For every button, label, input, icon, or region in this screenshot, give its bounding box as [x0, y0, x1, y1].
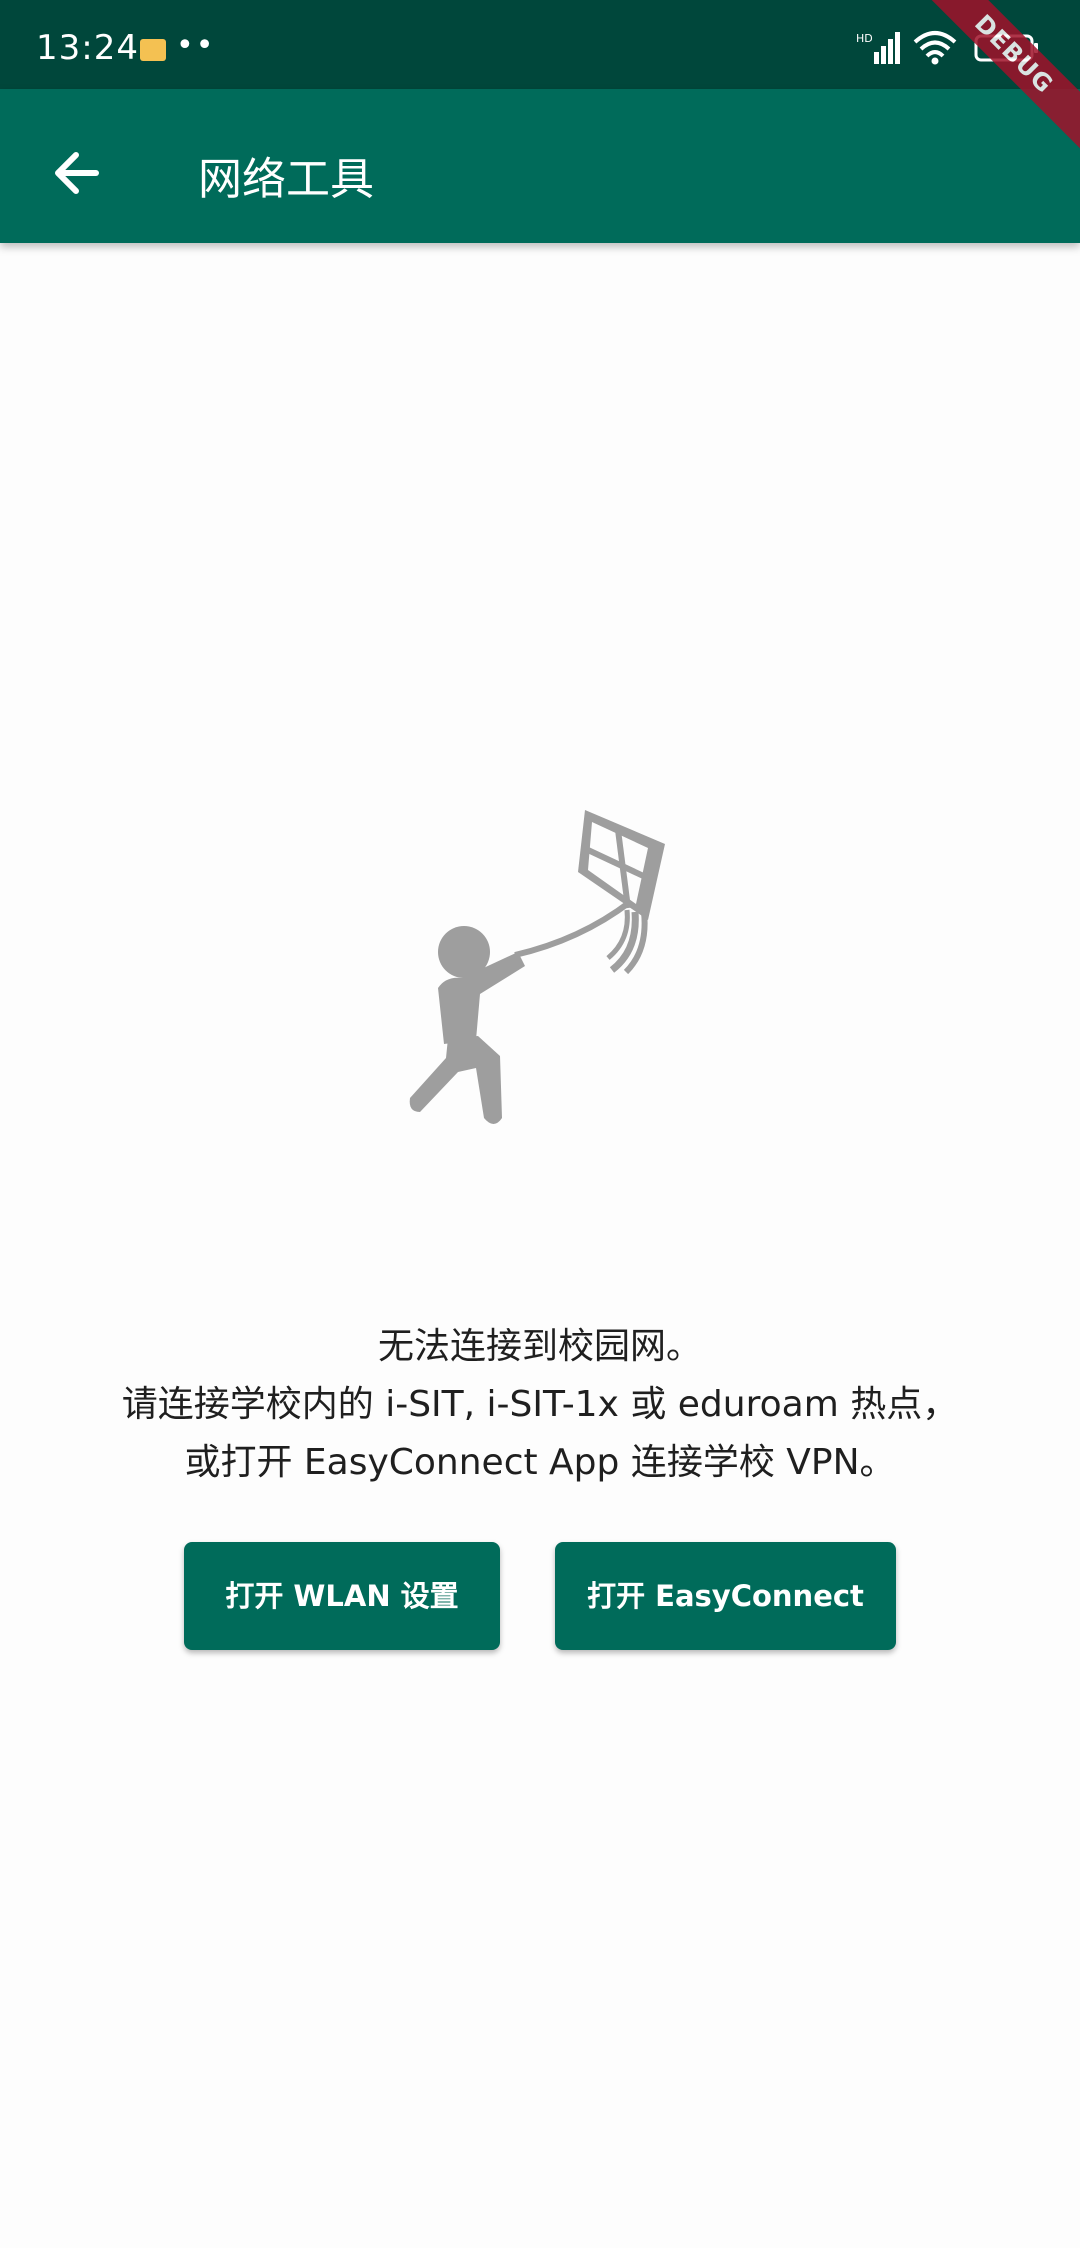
message-line-2: 请连接学校内的 i-SIT, i-SIT-1x 或 eduroam 热点，: [121, 1384, 959, 1425]
kite-string: [514, 899, 632, 958]
wifi-icon: [913, 31, 957, 65]
app-bar: 网络工具: [0, 89, 1080, 243]
kite: [578, 810, 665, 975]
message-icon: [140, 39, 166, 61]
connection-error-message: 无法连接到校园网。 请连接学校内的 i-SIT, i-SIT-1x 或 edur…: [0, 1318, 1080, 1492]
message-line-1: 无法连接到校园网。: [377, 1326, 702, 1367]
open-easyconnect-button[interactable]: 打开 EasyConnect: [555, 1542, 896, 1650]
kite-flying-person-icon: [409, 810, 665, 1124]
open-wlan-settings-button[interactable]: 打开 WLAN 设置: [184, 1542, 500, 1650]
signal-icon: HD: [856, 32, 900, 64]
more-notifications-indicator: ••: [176, 28, 216, 63]
status-time: 13:24: [36, 28, 139, 68]
page-title: 网络工具: [198, 154, 374, 205]
arrow-back-icon[interactable]: [36, 131, 120, 215]
person: [409, 926, 525, 1124]
network-type-label: HD: [856, 32, 873, 45]
message-line-3: 或打开 EasyConnect App 连接学校 VPN。: [184, 1442, 896, 1483]
status-bar: 13:24 •• HD: [0, 0, 1080, 89]
